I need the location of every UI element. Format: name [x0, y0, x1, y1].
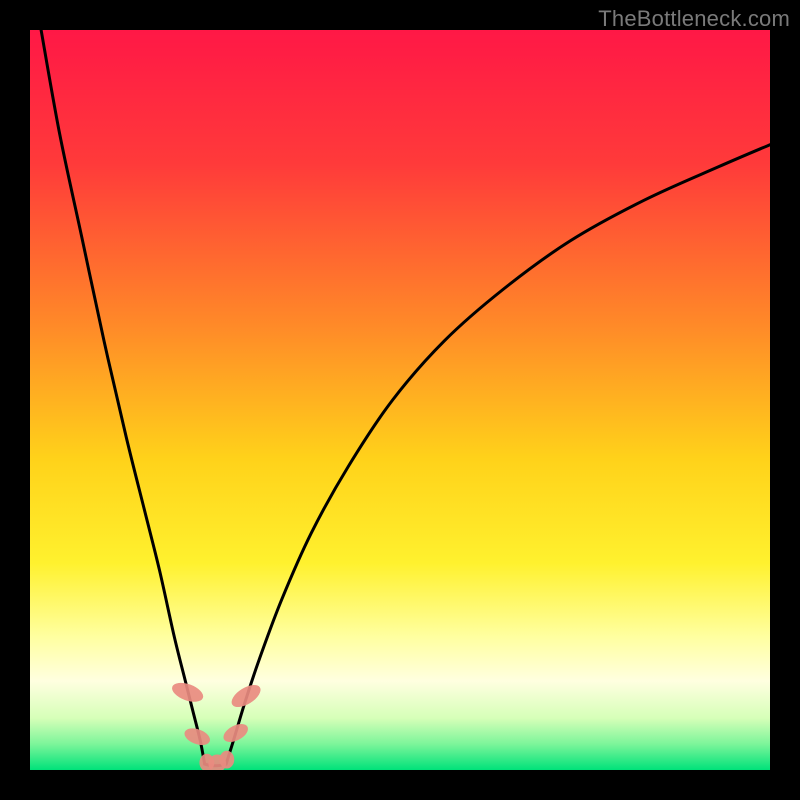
watermark-text: TheBottleneck.com: [598, 6, 790, 32]
chart-container: TheBottleneck.com: [0, 0, 800, 800]
marker-floor-3: [219, 751, 234, 769]
gradient-background: [30, 30, 770, 770]
plot-area: [30, 30, 770, 770]
chart-svg: [30, 30, 770, 770]
